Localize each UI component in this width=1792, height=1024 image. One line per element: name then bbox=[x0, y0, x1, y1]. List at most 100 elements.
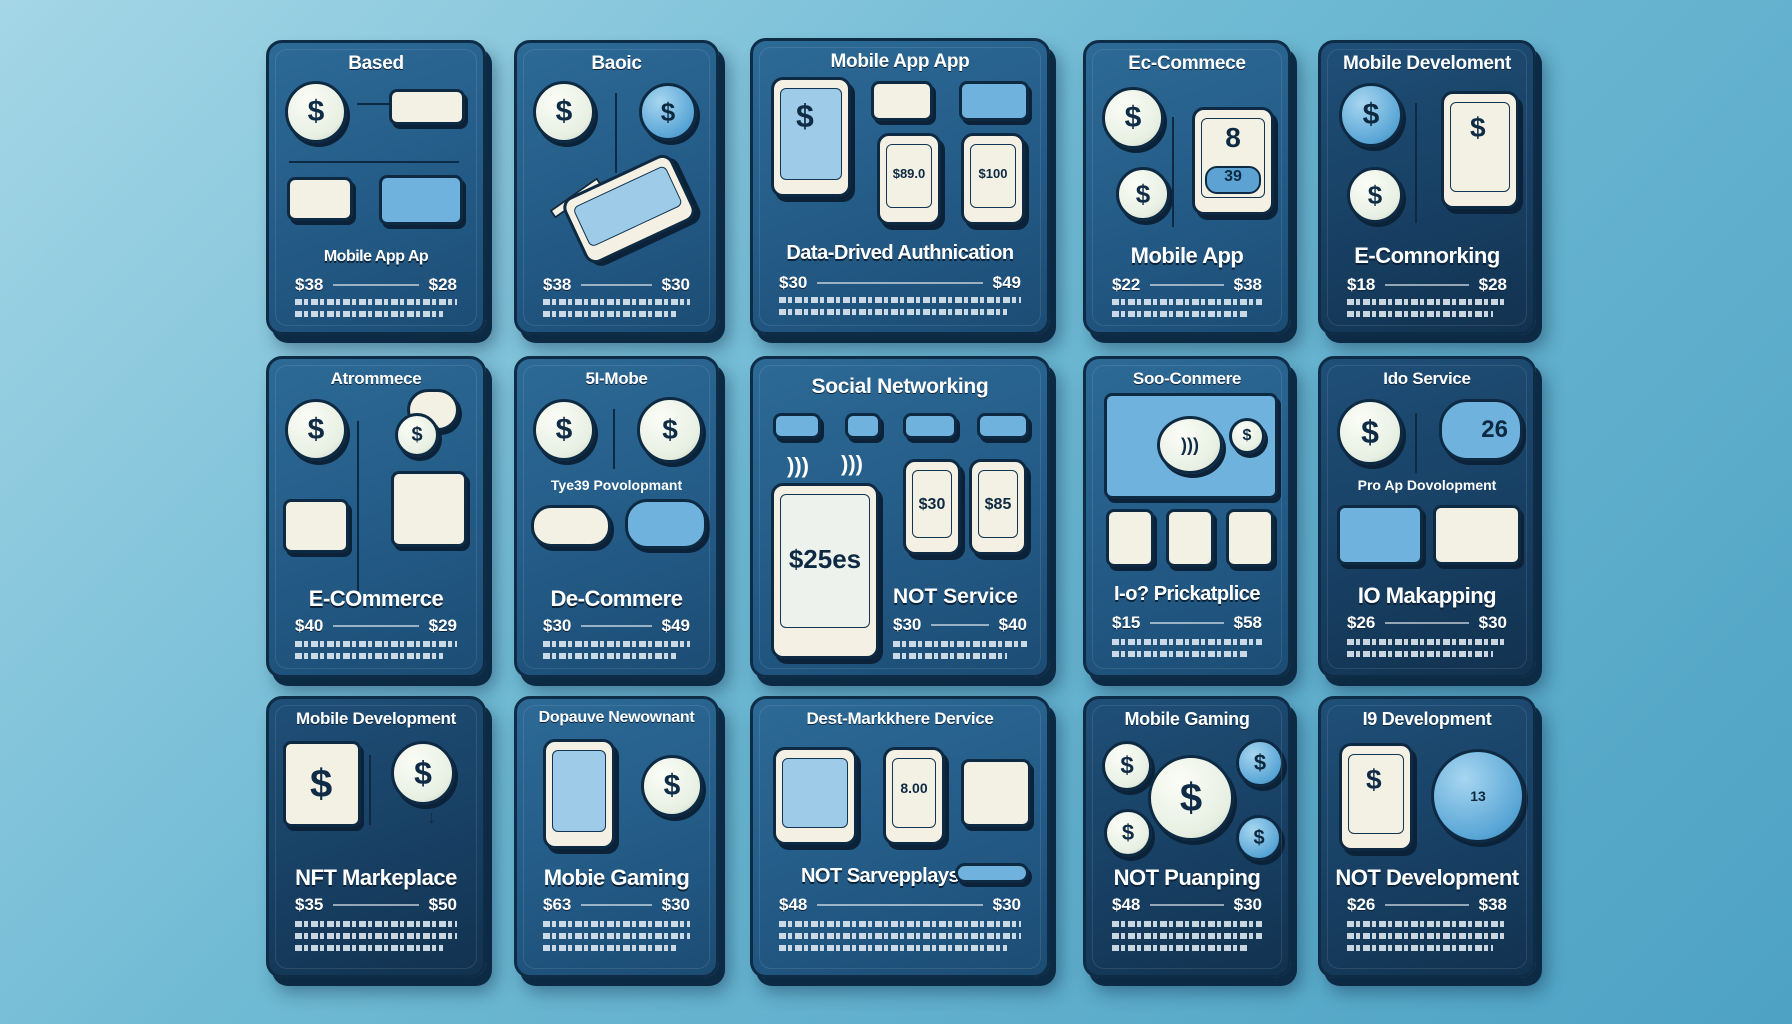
dollar-coin-icon: $ bbox=[395, 413, 439, 457]
price-right: $28 bbox=[1478, 275, 1507, 294]
pricing-card[interactable]: Mobile Development $ $ ↓ NFT Markeplace … bbox=[266, 696, 486, 978]
tablet-icon bbox=[773, 747, 857, 845]
price-right: $29 bbox=[428, 616, 457, 635]
section-label: Tye39 Povolopmant bbox=[550, 477, 683, 493]
pricing-card[interactable]: 5I-Mobe $ $ Tye39 Povolopmant De-Commere… bbox=[514, 356, 719, 678]
dollar-coin-icon: $ bbox=[1148, 755, 1234, 841]
price-right: $28 bbox=[428, 275, 457, 294]
card-subtitle: Mobile App bbox=[1130, 243, 1244, 268]
dollar-coin-icon: $ bbox=[391, 741, 455, 805]
pricing-card[interactable]: Baoic $ $ $38 $30 bbox=[514, 40, 719, 335]
card-title: Mobile Development bbox=[296, 709, 456, 728]
card-title: Soo-Conmere bbox=[1132, 369, 1242, 388]
calendar-icon bbox=[1433, 505, 1521, 565]
smartphone-icon: $89.0 bbox=[877, 133, 941, 225]
card-subtitle: De-Commere bbox=[550, 586, 683, 611]
card-title: Dopauve Newownant bbox=[538, 709, 695, 726]
wifi-icon: ))) bbox=[1157, 416, 1223, 474]
smartphone-icon: $100 bbox=[961, 133, 1025, 225]
price-left: $38 bbox=[543, 275, 572, 294]
dollar-coin-icon: $ bbox=[1229, 418, 1265, 454]
price-right: $30 bbox=[1233, 895, 1262, 914]
price-left: $26 bbox=[1347, 895, 1376, 914]
smartphone-icon bbox=[543, 739, 615, 849]
price-left: $30 bbox=[779, 273, 808, 292]
pricing-card[interactable]: Based $ Mobile App Ap $38 $28 bbox=[266, 40, 486, 335]
price-right: $49 bbox=[661, 616, 690, 635]
pricing-card[interactable]: Mobile App App $ $89.0 $100 Data-Drived … bbox=[750, 38, 1050, 335]
dollar-coin-icon: $ bbox=[1347, 167, 1403, 223]
app-icon bbox=[1226, 509, 1274, 567]
pricing-card[interactable]: Mobile Develoment $ $ $ E-Comnorking $18… bbox=[1318, 40, 1536, 335]
dollar-coin-icon: $ bbox=[533, 81, 595, 143]
pricing-card[interactable]: Social Networking ))) ))) $25es $30 $85 … bbox=[750, 356, 1050, 678]
card-title: Dest-Markkhere Dervice bbox=[806, 709, 994, 728]
smartphone-icon: 8 39 bbox=[1192, 107, 1274, 215]
app-icon bbox=[1106, 509, 1154, 567]
price-left: $48 bbox=[1112, 895, 1141, 914]
pricing-card[interactable]: Ec-Commece $ $ 8 39 Mobile App $22 $38 bbox=[1083, 40, 1291, 335]
price-right: $30 bbox=[1478, 613, 1507, 632]
card-title: Baoic bbox=[591, 53, 642, 74]
calendar-icon: $ bbox=[283, 741, 361, 827]
pricing-card[interactable]: Atrommece $ $ E-COmmerce $40 $29 bbox=[266, 356, 486, 678]
card-subtitle: NOT Puanping bbox=[1113, 865, 1261, 890]
dollar-card-icon bbox=[903, 413, 957, 439]
dollar-card-icon bbox=[845, 413, 881, 439]
smartphone-icon: $ bbox=[1441, 91, 1519, 209]
pricing-card[interactable]: I9 Development $ 13 NOT Development $26 $… bbox=[1318, 696, 1536, 978]
pricing-card[interactable]: Dest-Markkhere Dervice 8.00 NOT Sarveppl… bbox=[750, 696, 1050, 978]
card-subtitle: Mobie Gaming bbox=[543, 865, 690, 890]
card-title: Mobile Develoment bbox=[1342, 53, 1512, 74]
section-label: Pro Ap Dovolopment bbox=[1357, 477, 1497, 493]
chart-card-icon bbox=[959, 81, 1029, 121]
cloud-icon bbox=[531, 505, 611, 547]
pricing-card[interactable]: Mobile Gaming $ $ $ $ $ NOT Puanping $48… bbox=[1083, 696, 1291, 978]
dollar-coin-icon: $ bbox=[1102, 87, 1164, 149]
price-right: $38 bbox=[1233, 275, 1262, 294]
pricing-card-grid: Based $ Mobile App Ap $38 $28 Baoic $ $ $… bbox=[0, 0, 1792, 1024]
price-left: $40 bbox=[295, 616, 324, 635]
smartphone-icon: $ bbox=[1339, 743, 1413, 851]
price-left: $63 bbox=[543, 895, 572, 914]
cloud-icon bbox=[625, 499, 707, 549]
price-right: $30 bbox=[661, 275, 690, 294]
dollar-coin-icon: $ bbox=[533, 399, 595, 461]
dollar-card-icon bbox=[977, 413, 1029, 439]
card-title: Based bbox=[348, 53, 404, 74]
smartphone-icon bbox=[559, 151, 699, 267]
price-left: $35 bbox=[295, 895, 324, 914]
location-pin-icon: $ bbox=[637, 397, 703, 463]
card-subtitle: IO Makapping bbox=[1357, 583, 1497, 608]
document-icon bbox=[391, 471, 467, 547]
price-left: $22 bbox=[1112, 275, 1141, 294]
price-right: $38 bbox=[1478, 895, 1507, 914]
price-left: $15 bbox=[1112, 613, 1141, 632]
wifi-icon: ))) bbox=[787, 453, 809, 478]
card-title: 5I-Mobe bbox=[585, 369, 648, 388]
pricing-card[interactable]: Dopauve Newownant $ Mobie Gaming $63 $30 bbox=[514, 696, 719, 978]
dollar-card-icon bbox=[871, 81, 933, 121]
price-left: $38 bbox=[295, 275, 324, 294]
camera-icon bbox=[283, 499, 349, 553]
card-subtitle: NOT Development bbox=[1335, 865, 1519, 890]
card-title: Ido Service bbox=[1383, 369, 1471, 388]
smartphone-icon: $ bbox=[771, 77, 851, 197]
pricing-card[interactable]: Ido Service $ 26 Pro Ap Dovolopment IO M… bbox=[1318, 356, 1536, 678]
dollar-coin-icon: $ bbox=[285, 399, 347, 461]
dollar-coin-icon: $ bbox=[1116, 167, 1170, 221]
dollar-coin-icon: $ bbox=[285, 81, 347, 143]
card-title: Social Networking bbox=[811, 375, 989, 398]
smartphone-icon: $85 bbox=[969, 459, 1027, 555]
truck-icon bbox=[379, 175, 463, 225]
pricing-card[interactable]: Soo-Conmere ))) $ I-o? Prickatplice $15 $… bbox=[1083, 356, 1291, 678]
dollar-coin-icon: $ bbox=[639, 83, 697, 141]
card-title: Mobile App App bbox=[830, 51, 970, 72]
card-subtitle: E-Comnorking bbox=[1354, 243, 1500, 268]
card-title: Atrommece bbox=[330, 369, 422, 388]
screen-icon bbox=[287, 177, 353, 221]
price-right: $30 bbox=[992, 895, 1021, 914]
action-button[interactable] bbox=[955, 863, 1029, 883]
dashboard-panel: ))) $ bbox=[1104, 393, 1278, 499]
price-right: $30 bbox=[661, 895, 690, 914]
